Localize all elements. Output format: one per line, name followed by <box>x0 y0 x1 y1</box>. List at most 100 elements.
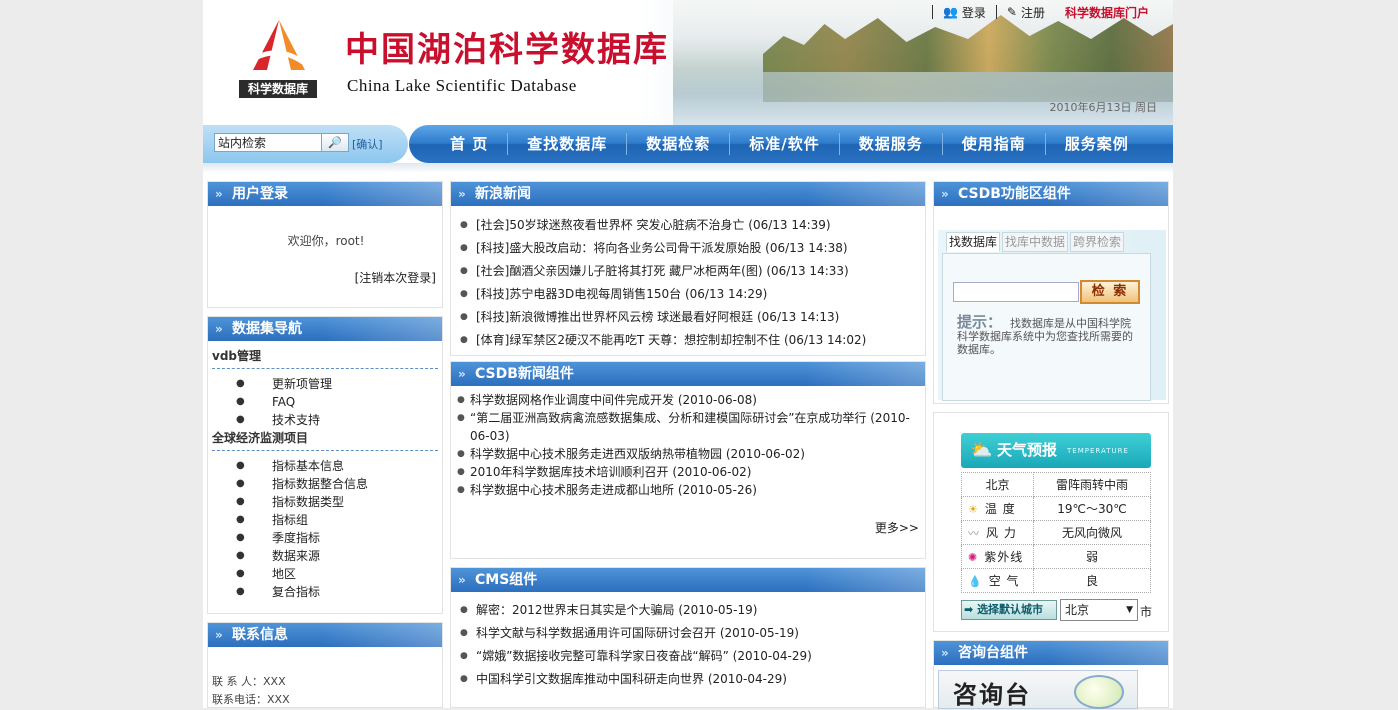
double-chevron-icon: » <box>458 187 466 201</box>
double-chevron-icon: » <box>215 628 223 642</box>
nav-list-item[interactable]: ● 指标基本信息 <box>208 457 442 475</box>
news-item[interactable]: ● [科技]盛大股改启动：将向各业务公司骨干派发原始股 (06/13 14:38) <box>451 237 925 260</box>
news-item[interactable]: ● [体育]绿军禁区2硬汉不能再吃T 天尊：想控制却控制不住 (06/13 14:… <box>451 329 925 352</box>
panel-title: CSDB新闻组件 <box>475 366 574 382</box>
nav-data-search[interactable]: 数据检索 <box>627 133 731 155</box>
city-select[interactable]: 北京 ▼ <box>1060 599 1138 621</box>
weather-value: 19℃～30℃ <box>1033 496 1151 521</box>
tab-cross-search[interactable]: 跨界检索 <box>1070 232 1125 252</box>
header: 科学数据库 中国湖泊科学数据库 China Lake Scientific Da… <box>203 0 1173 125</box>
welcome-text: 欢迎你，root! <box>287 234 365 248</box>
register-link-label: 注册 <box>1020 5 1045 20</box>
search-icon[interactable]: 🔎 <box>321 133 349 152</box>
nav-list-item[interactable]: ● 指标数据整合信息 <box>208 475 442 493</box>
nav-list-item[interactable]: ● 复合指标 <box>208 583 442 601</box>
city-suffix: 市 <box>1140 605 1153 619</box>
contact-person: 联 系 人：XXX <box>212 675 286 688</box>
nav-home[interactable]: 首 页 <box>431 133 509 155</box>
portal-link[interactable]: 科学数据库门户 <box>1055 5 1159 20</box>
users-icon: 👥 <box>942 5 958 19</box>
logo-mark-icon <box>253 20 305 70</box>
logo[interactable]: 科学数据库 <box>239 18 319 100</box>
news-item[interactable]: ● 2010年科学数据库技术培训顺利召开 (2010-06-02) <box>451 463 925 481</box>
nav-group-title[interactable]: 全球经济监测项目 <box>208 429 442 447</box>
search-confirm-button[interactable]: [确认] <box>352 136 383 152</box>
divider <box>212 450 438 451</box>
tab-find-data[interactable]: 找库中数据 <box>1002 232 1069 252</box>
select-default-city-button[interactable]: ➡ 选择默认城市 <box>961 600 1057 620</box>
divider <box>212 368 438 369</box>
double-chevron-icon: » <box>215 322 223 336</box>
weather-row: 北京 雷阵雨转中雨 <box>961 472 1151 497</box>
panel-header: » 数据集导航 <box>208 317 442 341</box>
login-link-label: 登录 <box>961 5 986 20</box>
register-link[interactable]: ✎ 注册 <box>995 5 1055 20</box>
nav-list-item[interactable]: ● 数据来源 <box>208 547 442 565</box>
news-item[interactable]: ● 中国科学引文数据库推动中国科研走向世界 (2010-04-29) <box>451 668 925 691</box>
news-item[interactable]: ● 科学文献与科学数据通用许可国际研讨会召开 (2010-05-19) <box>451 622 925 645</box>
banner-lake <box>763 72 1173 102</box>
search-input[interactable] <box>214 133 322 152</box>
weather-value: 良 <box>1033 568 1151 593</box>
news-item[interactable]: ● 科学数据中心技术服务走进西双版纳热带植物园 (2010-06-02) <box>451 445 925 463</box>
weather-row: ☀ 温 度 19℃～30℃ <box>961 496 1151 521</box>
panel-title: 联系信息 <box>232 627 288 643</box>
tab-find-database[interactable]: 找数据库 <box>946 232 1001 252</box>
consult-banner[interactable]: 咨询台 <box>938 670 1138 709</box>
logo-text: 科学数据库 <box>239 80 317 98</box>
weather-title-en: TEMPERATURE <box>1067 447 1129 455</box>
nav-find-database[interactable]: 查找数据库 <box>508 133 628 155</box>
weather-row: 〰风 力 无风向微风 <box>961 520 1151 545</box>
uv-icon: ✺ <box>968 551 979 564</box>
panel-header: » 联系信息 <box>208 623 442 647</box>
double-chevron-icon: » <box>941 646 949 660</box>
nav-list-item[interactable]: ● FAQ <box>208 393 442 411</box>
news-item[interactable]: ● [社会]50岁球迷熬夜看世界杯 突发心脏病不治身亡 (06/13 14:39) <box>451 214 925 237</box>
consult-banner-text: 咨询台 <box>953 680 1031 709</box>
nav-list-item[interactable]: ● 技术支持 <box>208 411 442 429</box>
database-search-button[interactable]: 检 索 <box>1080 280 1140 304</box>
news-item[interactable]: ● “第二届亚洲高致病禽流感数据集成、分析和建模国际研讨会”在京成功举行 (201… <box>451 409 925 445</box>
news-item[interactable]: ● 科学数据中心技术服务走进成都山地所 (2010-05-26) <box>451 481 925 499</box>
nav-list-item[interactable]: ● 指标数据类型 <box>208 493 442 511</box>
news-item[interactable]: ● 解密：2012世界末日其实是个大骗局 (2010-05-19) <box>451 599 925 622</box>
search-tip: 提示： 找数据库是从中国科学院科学数据库系统中为您查找所需要的数据库。 <box>957 315 1137 357</box>
panel-header: » 新浪新闻 <box>451 182 925 206</box>
panel-title: 用户登录 <box>232 186 288 202</box>
nav-list-item[interactable]: ● 地区 <box>208 565 442 583</box>
edit-icon: ✎ <box>1006 5 1017 19</box>
double-chevron-icon: » <box>215 187 223 201</box>
news-item[interactable]: ● [科技]新浪微博推出世界杯风云榜 球迷最看好阿根廷 (06/13 14:13) <box>451 306 925 329</box>
logout-link[interactable]: [注销本次登录] <box>355 269 436 286</box>
more-link[interactable]: 更多>> <box>875 519 919 536</box>
nav-data-services[interactable]: 数据服务 <box>840 133 943 155</box>
weather-city: 北京 <box>961 472 1034 497</box>
news-item[interactable]: ● 科学数据网格作业调度中间件完成开发 (2010-06-08) <box>451 391 925 409</box>
nav-list-item[interactable]: ● 指标组 <box>208 511 442 529</box>
weather-row: 💧 空 气 良 <box>961 568 1151 593</box>
function-tab-panel: 检 索 提示： 找数据库是从中国科学院科学数据库系统中为您查找所需要的数据库。 <box>942 253 1151 401</box>
news-item[interactable]: ● “嫦娥”数据接收完整可靠科学家日夜奋战“解码” (2010-04-29) <box>451 645 925 668</box>
weather-value: 弱 <box>1033 544 1151 569</box>
panel-header: » CMS组件 <box>451 568 925 592</box>
top-links: 👥 登录 ✎ 注册 科学数据库门户 <box>931 3 1159 20</box>
news-list: ● [社会]50岁球迷熬夜看世界杯 突发心脏病不治身亡 (06/13 14:39)… <box>451 206 925 352</box>
weather-condition: 雷阵雨转中雨 <box>1033 472 1151 497</box>
nav-group-title[interactable]: vdb管理 <box>208 347 442 365</box>
arrow-right-icon: ➡ <box>964 603 974 616</box>
weather-value: 无风向微风 <box>1033 520 1151 545</box>
nav-standards[interactable]: 标准/软件 <box>730 133 840 155</box>
speech-bubble-icon <box>1074 675 1124 709</box>
navbar: 🔎 [确认] 首 页 查找数据库 数据检索 标准/软件 数据服务 使用指南 服务… <box>203 125 1173 163</box>
panel-title: 新浪新闻 <box>475 186 531 202</box>
nav-list-item[interactable]: ● 更新项管理 <box>208 375 442 393</box>
double-chevron-icon: » <box>941 187 949 201</box>
login-link[interactable]: 👥 登录 <box>931 5 996 20</box>
news-item[interactable]: ● [社会]酗酒父亲因嫌儿子脏将其打死 藏尸冰柜两年(图) (06/13 14:3… <box>451 260 925 283</box>
database-search-input[interactable] <box>953 282 1079 302</box>
nav-list-item[interactable]: ● 季度指标 <box>208 529 442 547</box>
nav-guide[interactable]: 使用指南 <box>943 133 1046 155</box>
news-item[interactable]: ● [科技]苏宁电器3D电视每周销售150台 (06/13 14:29) <box>451 283 925 306</box>
nav-cases[interactable]: 服务案例 <box>1046 133 1148 155</box>
select-default-city-label: 选择默认城市 <box>977 603 1044 616</box>
